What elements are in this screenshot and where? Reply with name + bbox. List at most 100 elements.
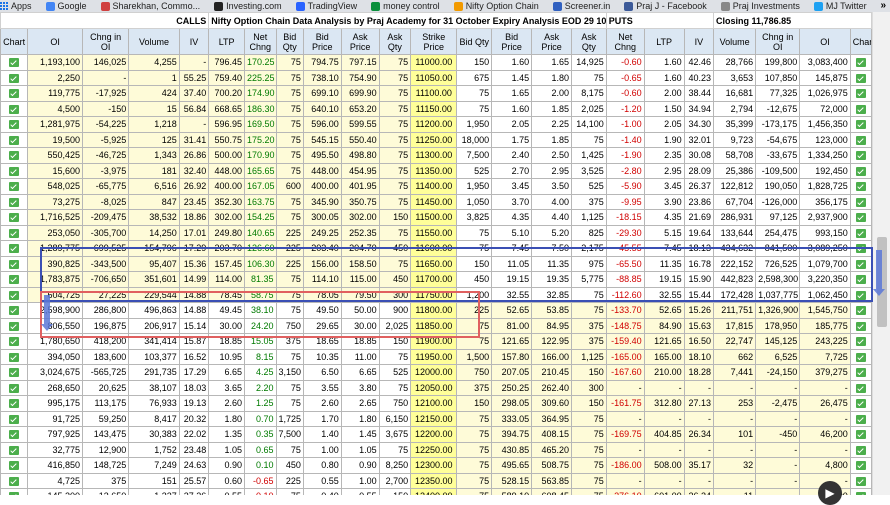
- bookmark-nifty-option-chain[interactable]: Nifty Option Chain: [453, 1, 539, 11]
- call-ask-qty: 75: [378, 100, 412, 117]
- put-bid-price: 333.05: [491, 410, 533, 427]
- call-volume: 847: [128, 193, 180, 210]
- bookmark-praj-facebook[interactable]: Praj J - Facebook: [624, 1, 707, 11]
- put-chart-button[interactable]: [849, 441, 872, 458]
- call-bid-price: 596.00: [302, 116, 342, 133]
- call-chart-button[interactable]: [0, 488, 29, 495]
- put-ask-qty: 525: [571, 178, 607, 195]
- bookmark-mj-twitter[interactable]: MJ Twitter: [813, 1, 867, 11]
- put-chart-button[interactable]: [849, 410, 872, 427]
- call-chart-button[interactable]: [0, 286, 29, 303]
- call-ask-qty: 150: [378, 488, 412, 495]
- call-chart-button[interactable]: [0, 193, 29, 210]
- call-chart-button[interactable]: [0, 147, 29, 164]
- put-chart-button[interactable]: [849, 302, 872, 319]
- call-oi: 19,500: [27, 131, 84, 148]
- put-chart-button[interactable]: [849, 209, 872, 226]
- put-chart-button[interactable]: [849, 395, 872, 412]
- call-chart-button[interactable]: [0, 255, 29, 272]
- put-chart-button[interactable]: [849, 472, 872, 489]
- put-chart-button[interactable]: [849, 271, 872, 288]
- bookmark-google[interactable]: Google: [45, 1, 87, 11]
- put-chart-button[interactable]: [849, 178, 872, 195]
- scrollbar-thumb[interactable]: [877, 237, 887, 327]
- call-chart-button[interactable]: [0, 69, 29, 86]
- put-chart-button[interactable]: [849, 100, 872, 117]
- put-ltp: -: [643, 441, 685, 458]
- call-iv: 14.99: [178, 271, 210, 288]
- call-volume: 95,407: [128, 255, 180, 272]
- put-chart-button[interactable]: [849, 255, 872, 272]
- put-chart-button[interactable]: [849, 364, 872, 381]
- call-volume: 6,516: [128, 178, 180, 195]
- call-chart-button[interactable]: [0, 333, 29, 350]
- call-chart-button[interactable]: [0, 116, 29, 133]
- call-chart-button[interactable]: [0, 131, 29, 148]
- bookmark-label: Praj Investments: [732, 1, 800, 11]
- call-chart-button[interactable]: [0, 426, 29, 443]
- bookmark-screener[interactable]: Screener.in: [552, 1, 610, 11]
- chart-icon: [9, 89, 20, 99]
- call-chart-button[interactable]: [0, 271, 29, 288]
- call-iv: 37.40: [178, 85, 210, 102]
- call-ask-price: 115.00: [340, 271, 380, 288]
- play-icon[interactable]: ▶: [818, 481, 842, 505]
- call-chart-button[interactable]: [0, 178, 29, 195]
- call-chart-button[interactable]: [0, 364, 29, 381]
- put-chart-button[interactable]: [849, 426, 872, 443]
- call-ask-price: 302.00: [340, 209, 380, 226]
- call-chart-button[interactable]: [0, 209, 29, 226]
- put-chart-button[interactable]: [849, 348, 872, 365]
- call-chart-button[interactable]: [0, 410, 29, 427]
- call-chart-button[interactable]: [0, 100, 29, 117]
- put-chart-button[interactable]: [849, 488, 872, 495]
- put-chart-button[interactable]: [849, 116, 872, 133]
- call-chart-button[interactable]: [0, 472, 29, 489]
- call-chart-button[interactable]: [0, 224, 29, 241]
- put-chart-button[interactable]: [849, 69, 872, 86]
- bookmark-tradingview[interactable]: TradingView: [295, 1, 357, 11]
- put-chart-button[interactable]: [849, 240, 872, 257]
- bookmark-praj-investments[interactable]: Praj Investments: [720, 1, 800, 11]
- call-chart-button[interactable]: [0, 317, 29, 334]
- call-chng-oi: -46,725: [82, 147, 130, 164]
- call-chart-button[interactable]: [0, 379, 29, 396]
- bookmark-apps[interactable]: Apps: [0, 1, 32, 11]
- put-chart-button[interactable]: [849, 85, 872, 102]
- bookmarks-more-button[interactable]: »: [880, 0, 886, 11]
- call-chart-button[interactable]: [0, 240, 29, 257]
- put-bid-price: 11.05: [491, 255, 533, 272]
- call-chart-button[interactable]: [0, 85, 29, 102]
- call-ltp: 0.60: [208, 472, 245, 489]
- put-bid-qty: 150: [456, 54, 493, 71]
- call-chart-button[interactable]: [0, 348, 29, 365]
- put-chart-button[interactable]: [849, 224, 872, 241]
- vertical-scrollbar[interactable]: [872, 12, 890, 495]
- call-chart-button[interactable]: [0, 457, 29, 474]
- call-chart-button[interactable]: [0, 302, 29, 319]
- put-chart-button[interactable]: [849, 131, 872, 148]
- put-chart-button[interactable]: [849, 162, 872, 179]
- call-chart-button[interactable]: [0, 441, 29, 458]
- call-volume: 229,544: [128, 286, 180, 303]
- put-chart-button[interactable]: [849, 54, 872, 71]
- chart-icon: [855, 244, 866, 254]
- put-chart-button[interactable]: [849, 317, 872, 334]
- call-net-chng: 0.70: [243, 410, 277, 427]
- put-ask-qty: 2,025: [571, 100, 607, 117]
- put-oi: 1,026,975: [799, 85, 851, 102]
- call-chart-button[interactable]: [0, 162, 29, 179]
- bookmark-money-control[interactable]: money control: [371, 1, 440, 11]
- bookmark-sharekhan[interactable]: Sharekhan, Commo...: [100, 1, 200, 11]
- put-chart-button[interactable]: [849, 193, 872, 210]
- put-chart-button[interactable]: [849, 333, 872, 350]
- put-chart-button[interactable]: [849, 457, 872, 474]
- put-chart-button[interactable]: [849, 286, 872, 303]
- put-net-chng: -: [605, 410, 645, 427]
- put-chart-button[interactable]: [849, 379, 872, 396]
- call-bid-price: 0.55: [302, 472, 342, 489]
- call-chart-button[interactable]: [0, 54, 29, 71]
- call-chart-button[interactable]: [0, 395, 29, 412]
- put-chart-button[interactable]: [849, 147, 872, 164]
- bookmark-investing[interactable]: Investing.com: [214, 1, 282, 11]
